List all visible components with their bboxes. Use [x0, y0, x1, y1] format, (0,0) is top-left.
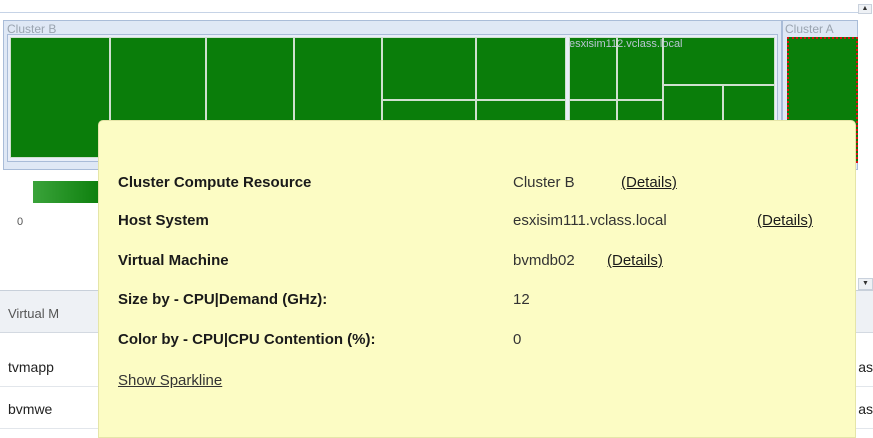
- tooltip-key-cluster: Cluster Compute Resource: [118, 174, 312, 191]
- color-legend-bar: [33, 181, 105, 203]
- heatmap-top-divider: [0, 12, 858, 13]
- row-cell-right: as: [858, 359, 873, 375]
- legend-min-value: 0: [17, 216, 24, 228]
- row-name: bvmwe: [8, 401, 53, 417]
- vm-cell[interactable]: [476, 37, 566, 100]
- tooltip-value-host: esxisim111.vclass.local: [513, 212, 667, 229]
- tooltip-value-cluster: Cluster B: [513, 174, 575, 191]
- show-sparkline-link[interactable]: Show Sparkline: [118, 372, 222, 389]
- row-cell-right: as: [858, 401, 873, 417]
- cluster-b-label: Cluster B: [7, 22, 57, 36]
- heatmap-tooltip: Cluster Compute Resource Cluster B (Deta…: [98, 120, 856, 438]
- row-name: tvmapp: [8, 359, 54, 375]
- host-label-overlay: esxisim112.vclass.local: [569, 38, 683, 50]
- tooltip-value-size-by: 12: [513, 291, 530, 308]
- vm-cell[interactable]: [382, 37, 476, 100]
- tooltip-key-size-by: Size by - CPU|Demand (GHz):: [118, 291, 328, 308]
- column-header-virtual-machine[interactable]: Virtual M: [8, 306, 59, 321]
- cluster-a-label: Cluster A: [785, 22, 834, 36]
- tooltip-value-color-by: 0: [513, 331, 522, 348]
- scroll-up-icon[interactable]: ▲: [858, 4, 872, 14]
- cluster-details-link[interactable]: (Details): [621, 174, 677, 191]
- vm-details-link[interactable]: (Details): [607, 252, 663, 269]
- scroll-down-icon[interactable]: ▼: [858, 278, 873, 290]
- tooltip-key-host: Host System: [118, 212, 209, 229]
- tooltip-value-vm: bvmdb02: [513, 252, 575, 269]
- tooltip-key-color-by: Color by - CPU|CPU Contention (%):: [118, 331, 376, 348]
- host-details-link[interactable]: (Details): [757, 212, 813, 229]
- vm-cell[interactable]: [10, 37, 110, 158]
- tooltip-key-vm: Virtual Machine: [118, 252, 229, 269]
